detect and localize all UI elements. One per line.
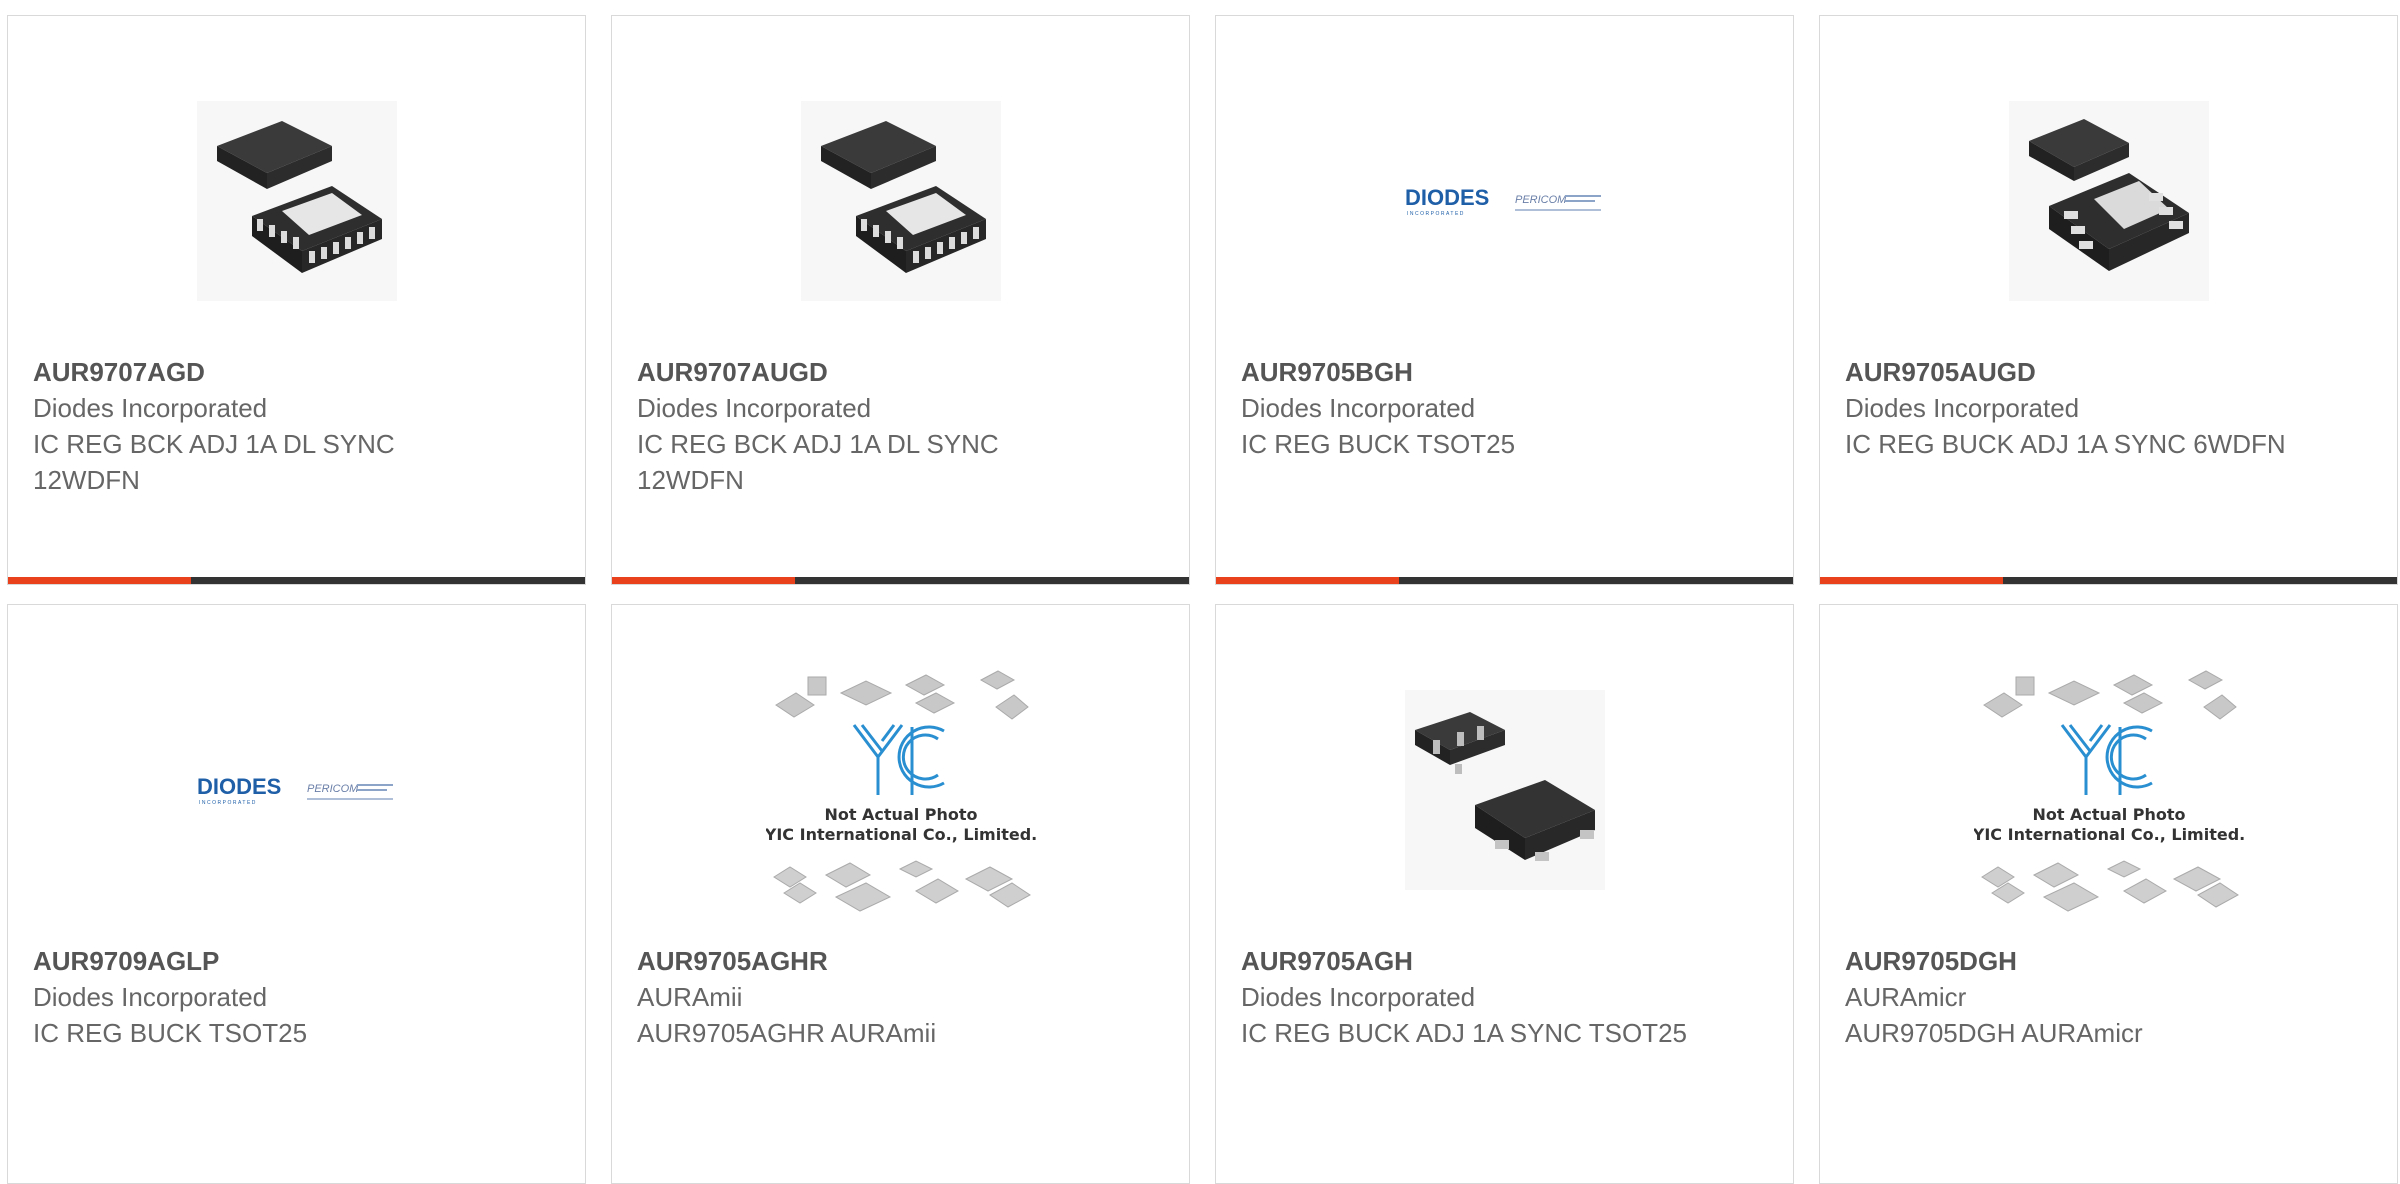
tsot25-chip-icon bbox=[1404, 690, 1605, 890]
part-number[interactable]: AUR9707AUGD bbox=[637, 354, 1169, 390]
product-image: Not Actual Photo YIC International Co., … bbox=[612, 665, 1189, 915]
product-info: AUR9705DGH AURAmicr AUR9705DGH AURAmicr bbox=[1845, 943, 2377, 1051]
description: IC REG BCK ADJ 1A DL SYNC 12WDFN bbox=[33, 429, 395, 495]
product-card[interactable]: DIODES INCORPORATED PERICOM AUR9705BGH D… bbox=[1215, 15, 1794, 585]
product-image: DIODES INCORPORATED PERICOM bbox=[8, 665, 585, 915]
product-image bbox=[1820, 76, 2397, 326]
svg-text:DIODES: DIODES bbox=[1405, 185, 1489, 210]
product-info: AUR9707AGD Diodes Incorporated IC REG BC… bbox=[33, 354, 565, 498]
diodes-pericom-logo: DIODES INCORPORATED PERICOM bbox=[1405, 185, 1601, 217]
manufacturer: Diodes Incorporated bbox=[1241, 393, 1476, 423]
card-bar-accent bbox=[1820, 577, 2003, 584]
product-info: AUR9705BGH Diodes Incorporated IC REG BU… bbox=[1241, 354, 1773, 462]
product-image: Not Actual Photo YIC International Co., … bbox=[1820, 665, 2397, 915]
description: AUR9705DGH AURAmicr bbox=[1845, 1018, 2143, 1048]
manufacturer: AURAmii bbox=[637, 982, 743, 1012]
manufacturer: Diodes Incorporated bbox=[637, 393, 872, 423]
svg-text:INCORPORATED: INCORPORATED bbox=[199, 800, 257, 806]
product-card[interactable]: AUR9707AGD Diodes Incorporated IC REG BC… bbox=[7, 15, 586, 585]
product-info: AUR9705AGH Diodes Incorporated IC REG BU… bbox=[1241, 943, 1773, 1051]
wdfn12-chip-icon bbox=[800, 101, 1001, 301]
product-card[interactable]: AUR9705AGH Diodes Incorporated IC REG BU… bbox=[1215, 604, 1794, 1184]
part-number[interactable]: AUR9705BGH bbox=[1241, 354, 1773, 390]
svg-text:YIC International Co., Limited: YIC International Co., Limited. bbox=[766, 825, 1036, 844]
description: IC REG BUCK TSOT25 bbox=[33, 1018, 308, 1048]
card-bar-accent bbox=[1216, 577, 1399, 584]
svg-text:Not Actual Photo: Not Actual Photo bbox=[2032, 805, 2185, 824]
wdfn12-chip-icon bbox=[196, 101, 397, 301]
product-image bbox=[8, 76, 585, 326]
part-number[interactable]: AUR9705AGH bbox=[1241, 943, 1773, 979]
product-image bbox=[612, 76, 1189, 326]
wdfn6-chip-icon bbox=[2008, 101, 2209, 301]
part-number[interactable]: AUR9707AGD bbox=[33, 354, 565, 390]
product-card[interactable]: DIODES INCORPORATED PERICOM AUR9709AGLP … bbox=[7, 604, 586, 1184]
yic-placeholder-image: Not Actual Photo YIC International Co., … bbox=[766, 670, 1036, 912]
part-number[interactable]: AUR9709AGLP bbox=[33, 943, 565, 979]
product-info: AUR9707AUGD Diodes Incorporated IC REG B… bbox=[637, 354, 1169, 498]
description: IC REG BUCK ADJ 1A SYNC 6WDFN bbox=[1845, 429, 2286, 459]
yic-placeholder-image: Not Actual Photo YIC International Co., … bbox=[1974, 670, 2244, 912]
product-info: AUR9705AGHR AURAmii AUR9705AGHR AURAmii bbox=[637, 943, 1169, 1051]
card-bar bbox=[1216, 577, 1793, 584]
svg-text:DIODES: DIODES bbox=[197, 774, 281, 799]
part-number[interactable]: AUR9705DGH bbox=[1845, 943, 2377, 979]
manufacturer: AURAmicr bbox=[1845, 982, 1967, 1012]
product-card[interactable]: Not Actual Photo YIC International Co., … bbox=[611, 604, 1190, 1184]
description: AUR9705AGHR AURAmii bbox=[637, 1018, 937, 1048]
card-bar bbox=[612, 577, 1189, 584]
product-grid: AUR9707AGD Diodes Incorporated IC REG BC… bbox=[0, 0, 2400, 1184]
card-bar bbox=[1820, 577, 2397, 584]
manufacturer: Diodes Incorporated bbox=[33, 982, 268, 1012]
card-bar bbox=[8, 577, 585, 584]
manufacturer: Diodes Incorporated bbox=[33, 393, 268, 423]
card-bar-accent bbox=[8, 577, 191, 584]
description: IC REG BUCK ADJ 1A SYNC TSOT25 bbox=[1241, 1018, 1687, 1048]
svg-text:Not Actual Photo: Not Actual Photo bbox=[824, 805, 977, 824]
svg-text:PERICOM: PERICOM bbox=[1515, 194, 1567, 206]
product-image bbox=[1216, 665, 1793, 915]
description: IC REG BCK ADJ 1A DL SYNC 12WDFN bbox=[637, 429, 999, 495]
diodes-pericom-logo: DIODES INCORPORATED PERICOM bbox=[197, 774, 393, 806]
svg-text:PERICOM: PERICOM bbox=[307, 783, 359, 795]
part-number[interactable]: AUR9705AUGD bbox=[1845, 354, 2377, 390]
description: IC REG BUCK TSOT25 bbox=[1241, 429, 1516, 459]
product-info: AUR9705AUGD Diodes Incorporated IC REG B… bbox=[1845, 354, 2377, 462]
product-card[interactable]: AUR9705AUGD Diodes Incorporated IC REG B… bbox=[1819, 15, 2398, 585]
part-number[interactable]: AUR9705AGHR bbox=[637, 943, 1169, 979]
manufacturer: Diodes Incorporated bbox=[1845, 393, 2080, 423]
product-card[interactable]: Not Actual Photo YIC International Co., … bbox=[1819, 604, 2398, 1184]
card-bar-accent bbox=[612, 577, 795, 584]
svg-text:YIC International Co., Limited: YIC International Co., Limited. bbox=[1974, 825, 2244, 844]
product-info: AUR9709AGLP Diodes Incorporated IC REG B… bbox=[33, 943, 565, 1051]
manufacturer: Diodes Incorporated bbox=[1241, 982, 1476, 1012]
product-image: DIODES INCORPORATED PERICOM bbox=[1216, 76, 1793, 326]
svg-text:INCORPORATED: INCORPORATED bbox=[1407, 211, 1465, 217]
product-card[interactable]: AUR9707AUGD Diodes Incorporated IC REG B… bbox=[611, 15, 1190, 585]
